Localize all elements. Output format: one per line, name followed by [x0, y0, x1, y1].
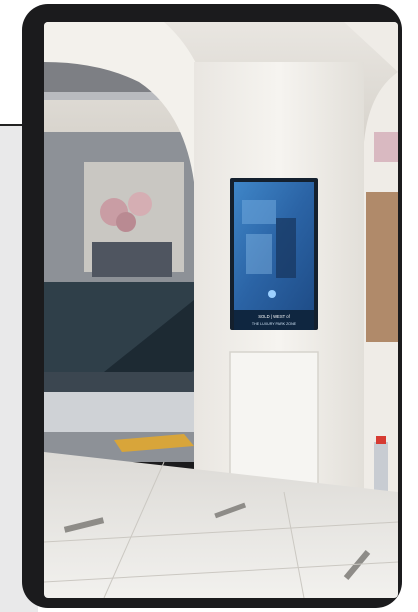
fire-extinguisher [374, 442, 388, 492]
photo-screen: SOLD | WEST of THE LUXURY PARK ZONE [44, 22, 398, 598]
wood-panel [366, 192, 398, 342]
kiosk-line1: SOLD | WEST of [258, 314, 290, 319]
mall-photo: SOLD | WEST of THE LUXURY PARK ZONE [44, 22, 398, 598]
kiosk-line2: THE LUXURY PARK ZONE [252, 322, 297, 326]
kiosk-cabinet [229, 351, 319, 493]
